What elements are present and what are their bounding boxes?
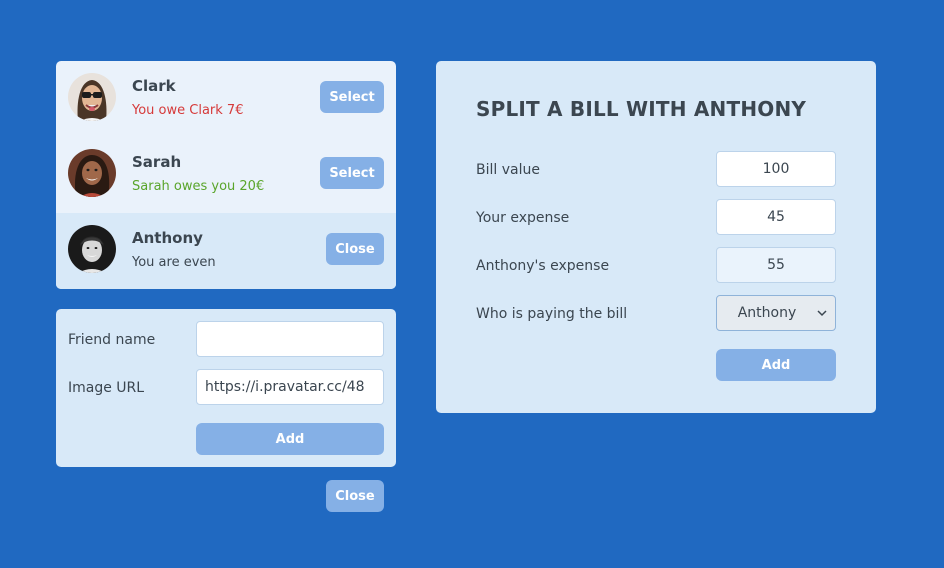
friend-name-input[interactable] bbox=[196, 321, 384, 357]
friend-item-sarah: Sarah Sarah owes you 20€ Select bbox=[56, 137, 396, 213]
split-bill-form: SPLIT A BILL WITH ANTHONY Bill value 100… bbox=[436, 61, 876, 413]
payer-label: Who is paying the bill bbox=[476, 306, 628, 322]
avatar-clark bbox=[68, 73, 116, 121]
bill-value-label: Bill value bbox=[476, 162, 540, 178]
friend-name: Clark bbox=[132, 77, 176, 95]
friend-balance: Sarah owes you 20€ bbox=[132, 179, 265, 194]
friends-list: Clark You owe Clark 7€ Select Sarah Sara… bbox=[56, 61, 396, 289]
close-anthony-button[interactable]: Close bbox=[326, 233, 384, 265]
split-add-button[interactable]: Add bbox=[716, 349, 836, 381]
friend-item-anthony: Anthony You are even Close bbox=[56, 213, 396, 289]
friend-expense-label: Anthony's expense bbox=[476, 258, 610, 274]
select-sarah-button[interactable]: Select bbox=[320, 157, 384, 189]
add-friend-button[interactable]: Add bbox=[196, 423, 384, 455]
payer-select-value: Anthony bbox=[737, 305, 797, 321]
sidebar: Clark You owe Clark 7€ Select Sarah Sara… bbox=[56, 61, 396, 512]
friend-expense-input: 55 bbox=[716, 247, 836, 283]
payer-select[interactable]: Anthony bbox=[716, 295, 836, 331]
close-form-button[interactable]: Close bbox=[326, 480, 384, 512]
friend-item-clark: Clark You owe Clark 7€ Select bbox=[56, 61, 396, 137]
bill-value-input[interactable]: 100 bbox=[716, 151, 836, 187]
friend-name: Sarah bbox=[132, 153, 182, 171]
your-expense-input[interactable]: 45 bbox=[716, 199, 836, 235]
chevron-down-icon bbox=[817, 310, 827, 317]
split-title: SPLIT A BILL WITH ANTHONY bbox=[476, 97, 807, 121]
your-expense-label: Your expense bbox=[476, 210, 570, 226]
friend-balance: You owe Clark 7€ bbox=[132, 103, 244, 118]
friend-name-label: Friend name bbox=[68, 332, 156, 348]
friend-name: Anthony bbox=[132, 229, 203, 247]
image-url-label: Image URL bbox=[68, 380, 145, 396]
avatar-sarah bbox=[68, 149, 116, 197]
select-clark-button[interactable]: Select bbox=[320, 81, 384, 113]
friend-balance: You are even bbox=[132, 255, 216, 270]
image-url-input[interactable]: https://i.pravatar.cc/48 bbox=[196, 369, 384, 405]
add-friend-form: Friend name Image URL https://i.pravatar… bbox=[56, 309, 396, 467]
avatar-anthony bbox=[68, 225, 116, 273]
